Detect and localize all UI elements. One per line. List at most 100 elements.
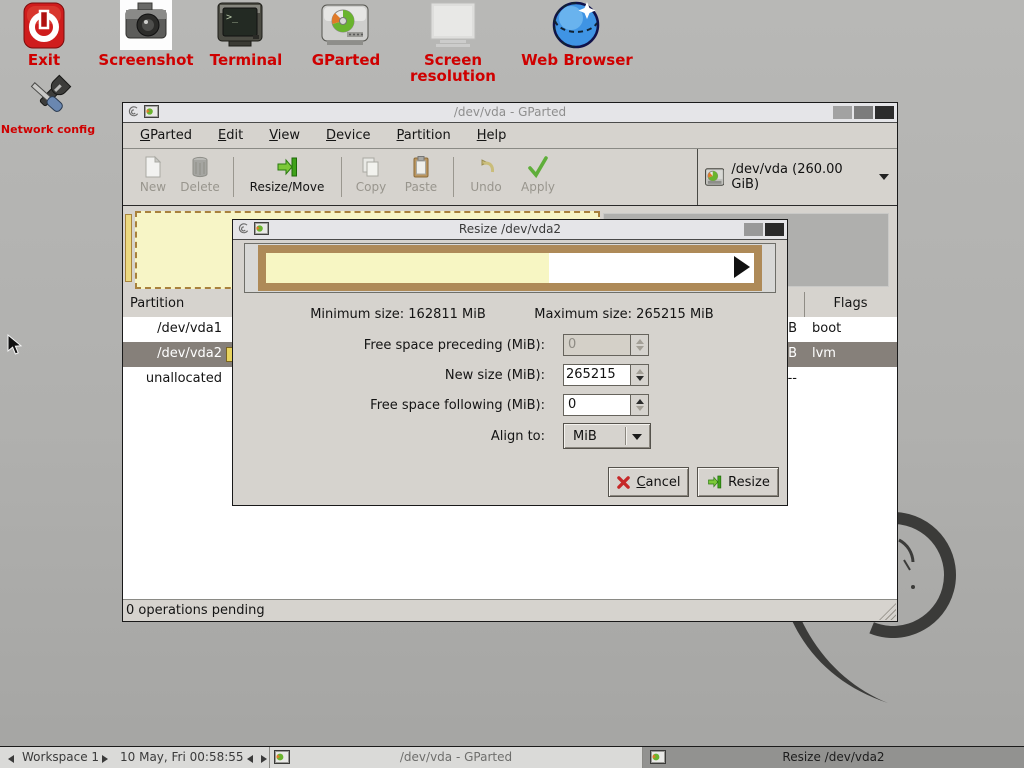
- menu-view[interactable]: View: [262, 125, 307, 146]
- resize-move-button[interactable]: Resize/Move: [241, 153, 333, 201]
- column-header-flags[interactable]: Flags: [804, 296, 897, 311]
- resize-confirm-button[interactable]: Resize: [697, 467, 779, 497]
- dialog-title: Resize /dev/vda2: [293, 222, 727, 236]
- device-combo-value: /dev/vda (260.00 GiB): [731, 162, 870, 192]
- workspace-next-icon[interactable]: [102, 755, 108, 763]
- workspace-label[interactable]: Workspace 1: [22, 750, 99, 764]
- exit-icon[interactable]: [20, 2, 68, 50]
- mouse-cursor: [7, 334, 23, 356]
- window-next-icon[interactable]: [261, 755, 267, 763]
- free-space-preceding-label: Free space preceding (MiB):: [273, 338, 545, 353]
- screen-resolution-label[interactable]: Screen resolution: [383, 52, 523, 84]
- dropdown-arrow-icon: [632, 434, 642, 440]
- gparted-window-icon: [144, 105, 159, 118]
- minimum-size-label: Minimum size: 162811 MiB: [303, 307, 493, 322]
- spin-down-icon[interactable]: [636, 376, 644, 381]
- diskbar-vda1-segment[interactable]: [125, 214, 132, 282]
- new-partition-icon: [141, 155, 165, 179]
- pending-operations-status: 0 operations pending: [126, 603, 265, 618]
- svg-text:>_: >_: [226, 12, 239, 23]
- minimize-button[interactable]: [833, 106, 852, 119]
- network-config-icon[interactable]: [22, 74, 74, 122]
- resize-dialog: Resize /dev/vda2 Minimum size: 162811 Mi…: [232, 219, 788, 506]
- toolbar-combo-separator: [697, 149, 698, 205]
- dialog-titlebar[interactable]: Resize /dev/vda2: [233, 220, 787, 240]
- resize-slider[interactable]: [244, 243, 776, 293]
- close-button[interactable]: [875, 106, 894, 119]
- resize-slider-partition-area: [266, 253, 754, 283]
- debian-swirl-icon: [237, 222, 250, 235]
- spin-up-icon[interactable]: [636, 399, 644, 404]
- spin-up-icon[interactable]: [636, 369, 644, 374]
- window-resize-grip[interactable]: [879, 603, 896, 620]
- taskbutton-gparted[interactable]: /dev/vda - GParted: [270, 747, 642, 768]
- gparted-window-icon: [254, 222, 269, 235]
- web-browser-icon[interactable]: [551, 0, 601, 50]
- main-window-title: /dev/vda - GParted: [183, 105, 837, 119]
- align-to-label: Align to:: [273, 429, 545, 444]
- resize-arrow-icon: [706, 474, 723, 490]
- new-size-spinner[interactable]: [631, 364, 649, 386]
- terminal-label[interactable]: Terminal: [196, 52, 296, 68]
- maximize-button[interactable]: [854, 106, 873, 119]
- delete-button[interactable]: Delete: [177, 153, 223, 201]
- apply-button[interactable]: Apply: [515, 153, 561, 201]
- workspace-prev-icon[interactable]: [8, 755, 14, 763]
- screen-resolution-icon[interactable]: [428, 2, 478, 48]
- gparted-launcher-label[interactable]: GParted: [301, 52, 391, 68]
- cancel-button[interactable]: Cancel: [608, 467, 689, 497]
- resize-slider-used-space: [266, 253, 549, 283]
- free-space-following-label: Free space following (MiB):: [273, 398, 545, 413]
- undo-button[interactable]: Undo: [465, 153, 507, 201]
- spin-down-icon[interactable]: [636, 406, 644, 411]
- screenshot-label[interactable]: Screenshot: [96, 52, 196, 68]
- cancel-x-icon: [616, 475, 631, 490]
- terminal-icon[interactable]: >_: [215, 2, 265, 48]
- copy-button[interactable]: Copy: [351, 153, 391, 201]
- column-header-partition[interactable]: Partition: [130, 296, 184, 311]
- spin-up-icon: [636, 339, 644, 344]
- new-size-label: New size (MiB):: [273, 368, 545, 383]
- undo-icon: [474, 155, 498, 179]
- taskbar: Workspace 1 10 May, Fri 00:58:55 /dev/vd…: [0, 746, 1024, 768]
- free-space-following-spinner[interactable]: [631, 394, 649, 416]
- resize-move-icon: [275, 155, 299, 179]
- free-space-following-field[interactable]: 0: [563, 394, 631, 416]
- debian-swirl-icon: [127, 105, 140, 118]
- device-combobox[interactable]: /dev/vda (260.00 GiB): [705, 157, 889, 197]
- menu-help[interactable]: Help: [470, 125, 514, 146]
- device-combo-arrow-icon: [879, 174, 889, 180]
- window-prev-icon[interactable]: [247, 755, 253, 763]
- maximum-size-label: Maximum size: 265215 MiB: [529, 307, 719, 322]
- menu-partition[interactable]: Partition: [390, 125, 458, 146]
- toolbar-separator: [233, 157, 234, 197]
- resize-slider-right-handle[interactable]: [734, 256, 750, 278]
- taskbar-clock: 10 May, Fri 00:58:55: [120, 750, 244, 764]
- web-browser-label[interactable]: Web Browser: [521, 52, 633, 68]
- resize-slider-track[interactable]: [258, 245, 762, 291]
- apply-icon: [526, 155, 550, 179]
- paste-button[interactable]: Paste: [399, 153, 443, 201]
- spin-down-icon: [636, 346, 644, 351]
- menu-edit[interactable]: Edit: [211, 125, 250, 146]
- main-statusbar: 0 operations pending: [123, 599, 897, 621]
- delete-partition-icon: [188, 155, 212, 179]
- align-to-dropdown[interactable]: MiB: [563, 423, 651, 449]
- network-config-label[interactable]: Network config: [0, 122, 96, 138]
- main-titlebar[interactable]: /dev/vda - GParted: [123, 103, 897, 123]
- new-button[interactable]: New: [135, 153, 171, 201]
- menu-device[interactable]: Device: [319, 125, 377, 146]
- new-size-field[interactable]: 265215: [563, 364, 631, 386]
- menu-gparted[interactable]: GParted: [133, 125, 199, 146]
- dialog-close-button[interactable]: [765, 223, 784, 236]
- exit-label[interactable]: Exit: [9, 52, 79, 68]
- free-space-preceding-field: 0: [563, 334, 631, 356]
- dialog-maximize-button[interactable]: [744, 223, 763, 236]
- screenshot-icon[interactable]: [120, 0, 172, 50]
- gparted-icon[interactable]: [321, 4, 369, 46]
- copy-icon: [359, 155, 383, 179]
- free-space-preceding-spinner: [631, 334, 649, 356]
- taskbutton-resize-dialog-active[interactable]: Resize /dev/vda2: [643, 747, 1024, 768]
- toolbar-separator: [341, 157, 342, 197]
- disk-icon: [705, 168, 724, 186]
